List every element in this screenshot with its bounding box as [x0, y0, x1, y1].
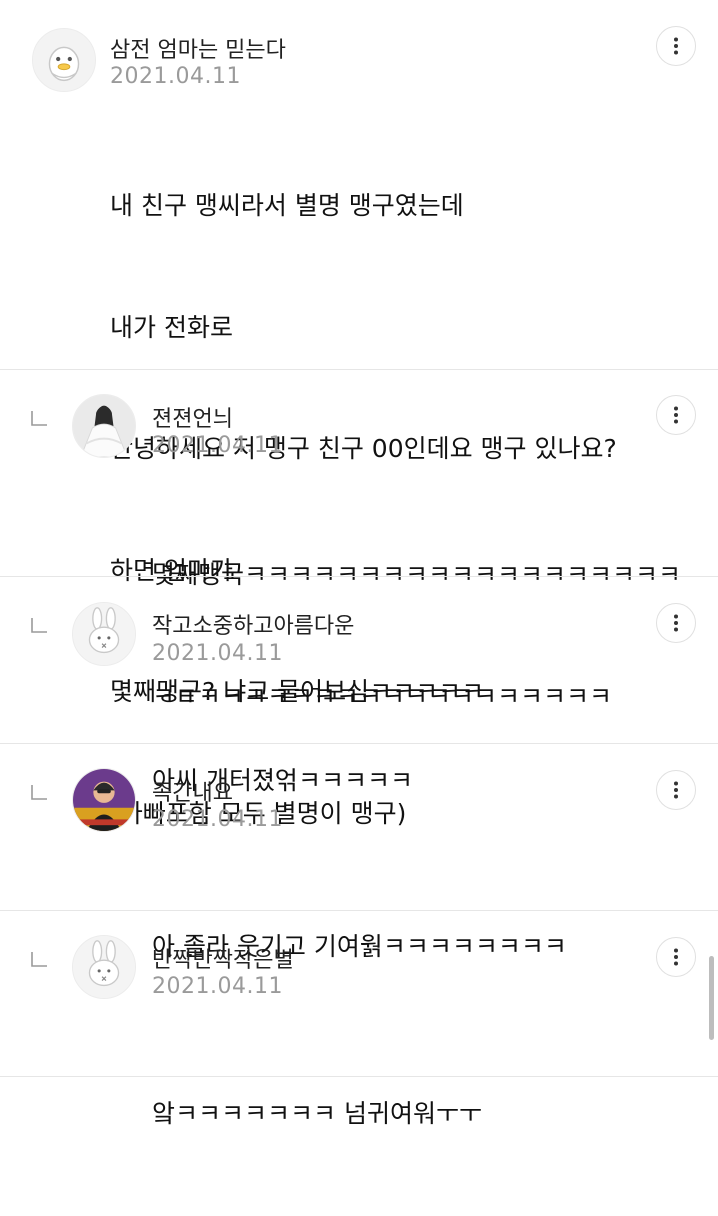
- more-options-button[interactable]: [656, 395, 696, 435]
- comment-date: 2021.04.11: [152, 974, 283, 999]
- photo-avatar-icon: [73, 769, 135, 831]
- reply-arrow-icon: [31, 618, 47, 633]
- more-vertical-icon: [674, 781, 678, 799]
- divider: [0, 576, 718, 577]
- photo-avatar-icon: [73, 395, 135, 457]
- more-vertical-icon: [674, 614, 678, 632]
- comment-author[interactable]: 작고소중하고아름다운: [152, 608, 354, 640]
- avatar[interactable]: [72, 394, 136, 458]
- divider: [0, 743, 718, 744]
- more-vertical-icon: [674, 406, 678, 424]
- duck-avatar-icon: [33, 29, 95, 91]
- comment-line: 내 친구 맹씨라서 별명 맹구였는데: [110, 191, 464, 220]
- comment-line: 앜ㅋㅋㅋㅋㅋㅋㅋ 넘귀여워ㅜㅜ: [152, 1099, 482, 1128]
- more-options-button[interactable]: [656, 26, 696, 66]
- reply-arrow-icon: [31, 411, 47, 426]
- comment-date: 2021.04.11: [152, 433, 283, 458]
- comment-author[interactable]: 족간내요: [152, 775, 233, 807]
- reply-arrow-icon: [31, 952, 47, 967]
- rabbit-avatar-icon: [73, 936, 135, 998]
- comment-body: 앜ㅋㅋㅋㅋㅋㅋㅋ 넘귀여워ㅜㅜ: [152, 1013, 482, 1216]
- comment-line: 내가 전화로: [110, 312, 233, 342]
- comment-author[interactable]: 반짝반짝작은별: [152, 942, 294, 974]
- more-options-button[interactable]: [656, 937, 696, 977]
- reply-arrow-icon: [31, 785, 47, 800]
- comment-author[interactable]: 젼젼언늬: [152, 401, 233, 433]
- divider: [0, 910, 718, 911]
- divider: [0, 1076, 718, 1077]
- more-options-button[interactable]: [656, 770, 696, 810]
- more-vertical-icon: [674, 37, 678, 55]
- comment-date: 2021.04.11: [110, 64, 241, 89]
- divider: [0, 369, 718, 370]
- comment-author[interactable]: 삼전 엄마는 믿는다: [110, 32, 286, 64]
- more-vertical-icon: [674, 948, 678, 966]
- comment-date: 2021.04.11: [152, 641, 283, 666]
- comment-date: 2021.04.11: [152, 807, 283, 832]
- scrollbar[interactable]: [709, 956, 714, 1040]
- avatar[interactable]: [32, 28, 96, 92]
- rabbit-avatar-icon: [73, 603, 135, 665]
- more-options-button[interactable]: [656, 603, 696, 643]
- avatar[interactable]: [72, 768, 136, 832]
- avatar[interactable]: [72, 935, 136, 999]
- avatar[interactable]: [72, 602, 136, 666]
